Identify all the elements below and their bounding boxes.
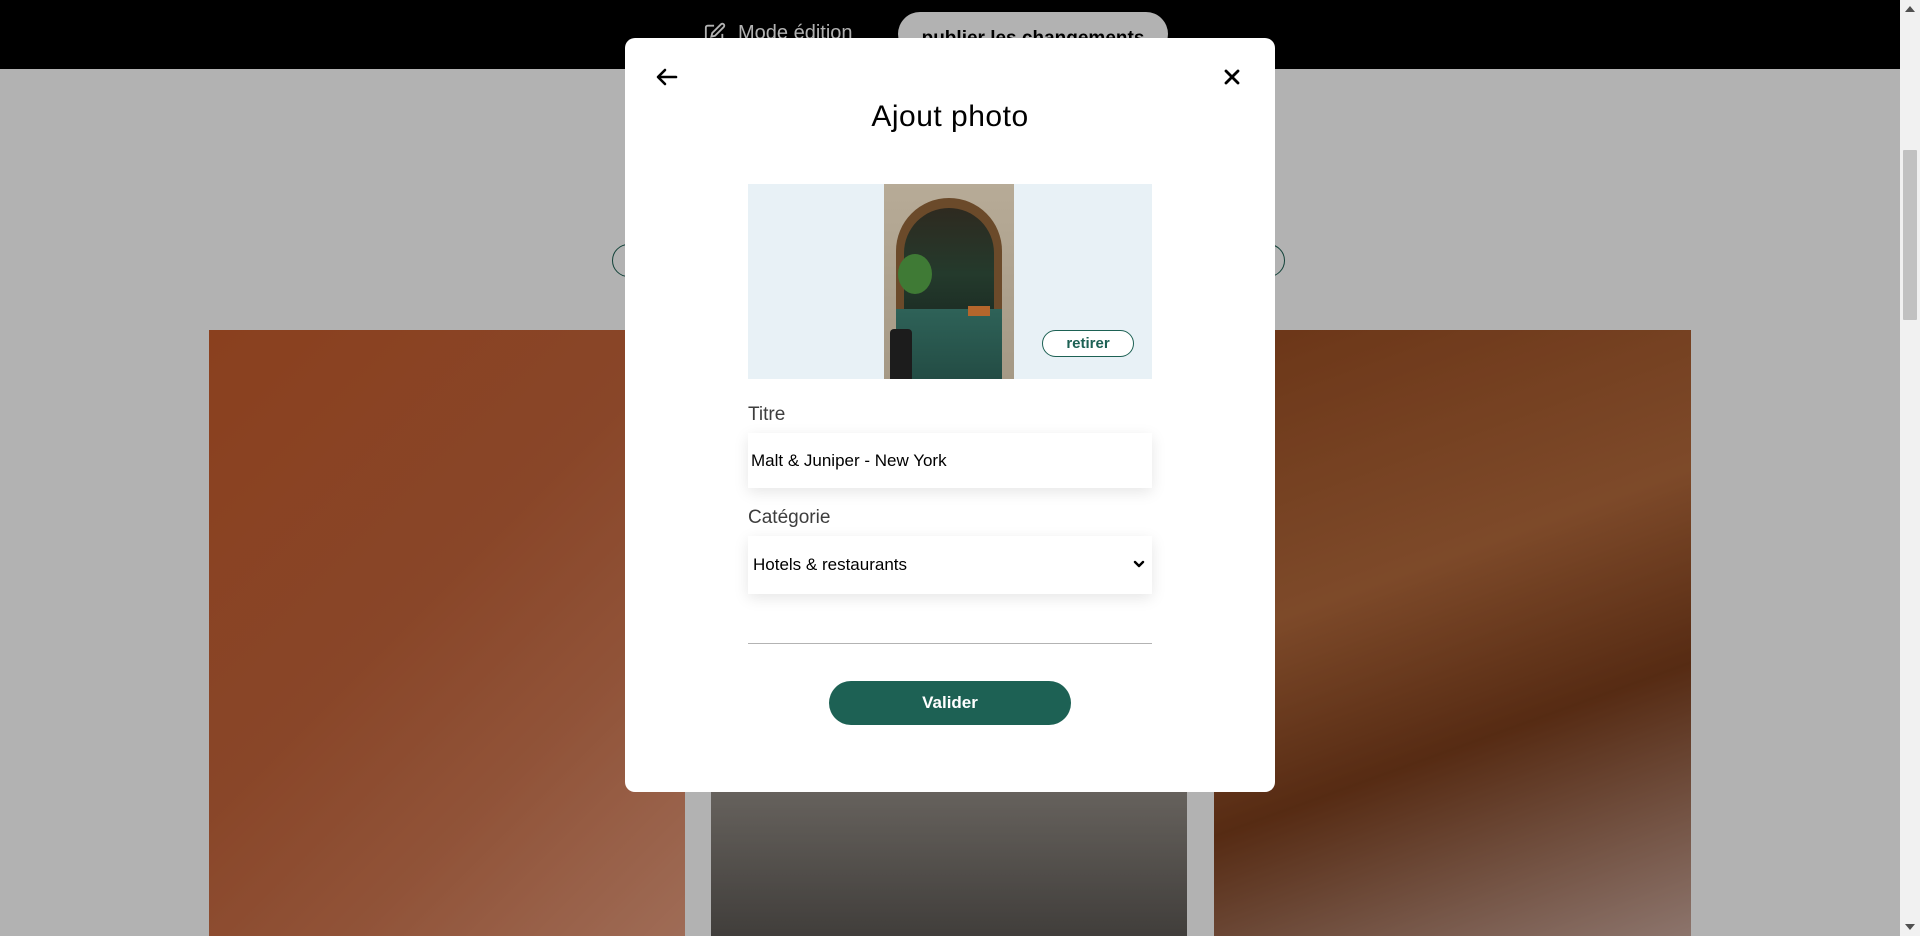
add-photo-modal: Ajout photo retirer Titre Catégorie Hote… bbox=[625, 38, 1275, 792]
scroll-down-arrow-icon[interactable] bbox=[1905, 924, 1915, 930]
category-field-label: Catégorie bbox=[748, 507, 831, 528]
scroll-up-arrow-icon[interactable] bbox=[1905, 6, 1915, 12]
modal-title: Ajout photo bbox=[871, 100, 1029, 133]
close-icon bbox=[1224, 69, 1240, 85]
chevron-down-icon bbox=[1133, 560, 1145, 568]
arrow-left-icon bbox=[656, 68, 678, 86]
category-selected-value: Hotels & restaurants bbox=[753, 555, 908, 574]
photo-upload-zone: retirer bbox=[748, 184, 1152, 379]
scrollbar[interactable] bbox=[1900, 0, 1920, 936]
close-button[interactable] bbox=[1217, 62, 1247, 92]
remove-photo-button[interactable]: retirer bbox=[1042, 330, 1134, 357]
title-input[interactable] bbox=[748, 433, 1152, 488]
validate-button[interactable]: Valider bbox=[829, 681, 1071, 725]
category-select[interactable]: Hotels & restaurants bbox=[748, 536, 1152, 594]
photo-preview bbox=[884, 184, 1014, 379]
title-field-label: Titre bbox=[748, 404, 786, 425]
back-button[interactable] bbox=[652, 62, 682, 92]
scrollbar-thumb[interactable] bbox=[1903, 150, 1917, 320]
divider bbox=[748, 643, 1152, 644]
